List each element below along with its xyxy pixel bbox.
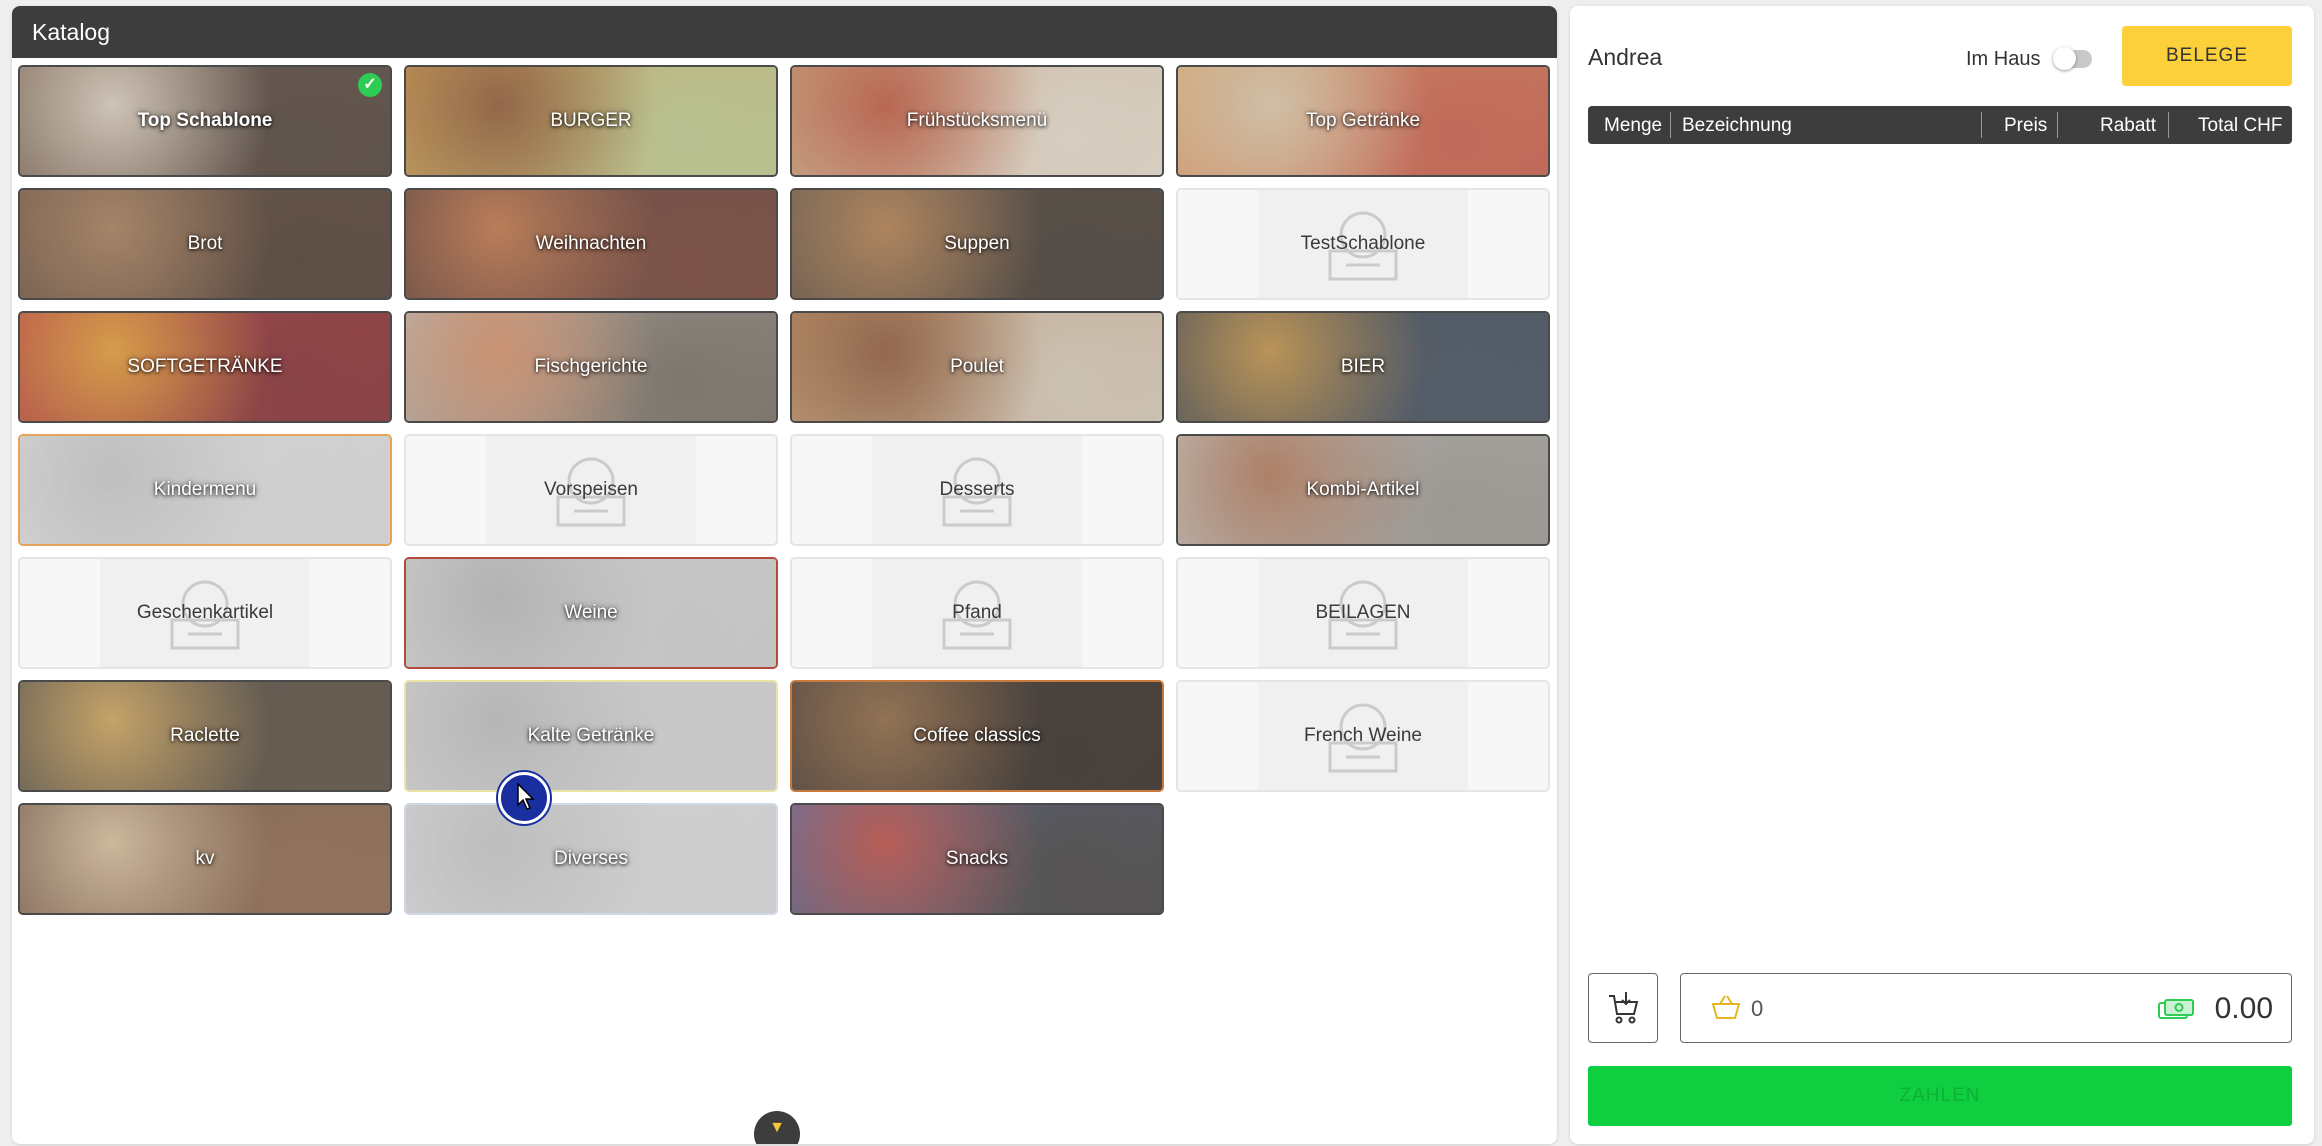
- column-divider: [2168, 112, 2169, 138]
- tile-label: Diverses: [554, 848, 628, 869]
- total-amount: 0.00: [2214, 992, 2273, 1025]
- tile-label: Raclette: [170, 725, 240, 746]
- tile-label: Suppen: [944, 233, 1010, 254]
- column-rabatt: Rabatt: [2100, 115, 2156, 136]
- tile-label: Pfand: [952, 602, 1002, 623]
- tile-label: BEILAGEN: [1315, 602, 1411, 623]
- catalog-tile[interactable]: Vorspeisen: [404, 434, 778, 546]
- catalog-tile[interactable]: Frühstücksmenü: [790, 65, 1164, 177]
- catalog-title: Katalog: [12, 6, 1557, 58]
- tile-label: BIER: [1340, 356, 1386, 377]
- tile-label: Frühstücksmenü: [906, 110, 1048, 131]
- tile-label: Top Schablone: [137, 110, 273, 131]
- column-preis: Preis: [2004, 115, 2048, 136]
- column-menge: Menge: [1604, 115, 1663, 136]
- tile-label: SOFTGETRÄNKE: [127, 356, 283, 377]
- catalog-tile[interactable]: Diverses: [404, 803, 778, 915]
- catalog-tile[interactable]: BURGER: [404, 65, 778, 177]
- catalog-tile[interactable]: Desserts: [790, 434, 1164, 546]
- tile-label: Vorspeisen: [543, 479, 638, 500]
- catalog-tile[interactable]: Weihnachten: [404, 188, 778, 300]
- catalog-tile[interactable]: Kombi-Artikel: [1176, 434, 1550, 546]
- tile-label: Poulet: [950, 356, 1004, 377]
- catalog-tile[interactable]: kv: [18, 803, 392, 915]
- user-name: Andrea: [1588, 44, 1663, 70]
- catalog-tile[interactable]: Fischgerichte: [404, 311, 778, 423]
- im-haus-toggle[interactable]: [2053, 47, 2092, 70]
- tile-label: Brot: [187, 233, 223, 254]
- catalog-tile[interactable]: Poulet: [790, 311, 1164, 423]
- chevron-down-icon: ▼: [769, 1119, 785, 1136]
- catalog-tile[interactable]: Kindermenu: [18, 434, 392, 546]
- column-divider: [2057, 112, 2058, 138]
- catalog-tile[interactable]: Snacks: [790, 803, 1164, 915]
- cart-add-icon: [1609, 992, 1639, 1024]
- tile-label: Geschenkartikel: [136, 602, 274, 623]
- catalog-tile[interactable]: SOFTGETRÄNKE: [18, 311, 392, 423]
- basket-icon: [1711, 995, 1741, 1019]
- catalog-tile[interactable]: Raclette: [18, 680, 392, 792]
- catalog-tile[interactable]: Suppen: [790, 188, 1164, 300]
- catalog-tile[interactable]: Brot: [18, 188, 392, 300]
- check-icon: ✓: [358, 73, 382, 97]
- tile-label: Fischgerichte: [534, 356, 648, 377]
- tile-label: TestSchablone: [1300, 233, 1426, 254]
- catalog-tile[interactable]: Pfand: [790, 557, 1164, 669]
- toggle-knob: [2053, 47, 2076, 70]
- column-divider: [1981, 112, 1982, 138]
- tile-label: Top Getränke: [1305, 110, 1421, 131]
- column-divider: [1670, 112, 1671, 138]
- pay-button[interactable]: ZAHLEN: [1588, 1066, 2292, 1126]
- belege-button[interactable]: BELEGE: [2122, 26, 2292, 86]
- order-table-header: Menge Bezeichnung Preis Rabatt Total CHF: [1588, 106, 2292, 144]
- scroll-down-button[interactable]: ▼: [754, 1111, 800, 1144]
- cash-icon: [2158, 999, 2194, 1019]
- tile-label: Coffee classics: [913, 725, 1041, 746]
- tile-label: Weihnachten: [535, 233, 647, 254]
- catalog-panel: Katalog Top Schablone ✓ BURGER Frühstücksme…: [12, 6, 1557, 1144]
- column-total: Total CHF: [2198, 115, 2283, 136]
- tile-label: BURGER: [550, 110, 632, 131]
- catalog-tile[interactable]: Kalte Getränke: [404, 680, 778, 792]
- tile-label: Snacks: [945, 848, 1009, 869]
- catalog-tile[interactable]: Weine: [404, 557, 778, 669]
- catalog-grid: Top Schablone ✓ BURGER Frühstücksmenü Top Ge…: [18, 65, 1557, 915]
- im-haus-label: Im Haus: [1966, 48, 2041, 70]
- tile-label: Kombi-Artikel: [1306, 479, 1420, 500]
- item-count: 0: [1751, 996, 1764, 1021]
- catalog-tile[interactable]: Coffee classics: [790, 680, 1164, 792]
- order-panel: Andrea Im Haus BELEGE Menge Bezeichnung …: [1570, 6, 2314, 1144]
- catalog-tile[interactable]: Top Schablone ✓: [18, 65, 392, 177]
- add-to-cart-button[interactable]: [1588, 973, 1658, 1043]
- tile-label: Kindermenu: [153, 479, 257, 500]
- catalog-tile[interactable]: Top Getränke: [1176, 65, 1550, 177]
- tile-label: kv: [195, 848, 215, 869]
- catalog-tile[interactable]: French Weine: [1176, 680, 1550, 792]
- catalog-tile[interactable]: BEILAGEN: [1176, 557, 1550, 669]
- tile-label: Desserts: [939, 479, 1015, 500]
- catalog-tile[interactable]: Geschenkartikel: [18, 557, 392, 669]
- tile-label: Weine: [564, 602, 618, 623]
- catalog-tile[interactable]: TestSchablone: [1176, 188, 1550, 300]
- mouse-cursor: [498, 772, 550, 824]
- order-summary: 0 0.00: [1680, 973, 2292, 1043]
- column-bezeichnung: Bezeichnung: [1682, 115, 1792, 136]
- catalog-tile[interactable]: BIER: [1176, 311, 1550, 423]
- tile-label: French Weine: [1304, 725, 1422, 746]
- tile-label: Kalte Getränke: [527, 725, 655, 746]
